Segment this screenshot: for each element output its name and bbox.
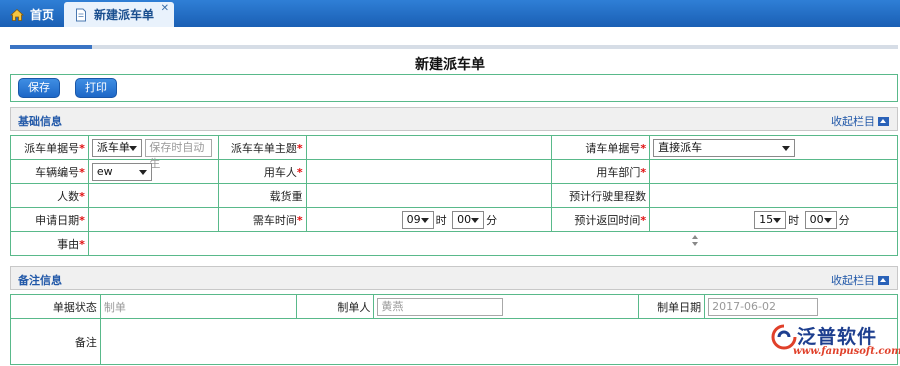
need-minute-select[interactable]: 00 [452, 210, 485, 229]
save-button[interactable]: 保存 [18, 78, 60, 98]
load-field[interactable] [305, 183, 553, 208]
tab-bar: 首页 新建派车单 ✕ [0, 0, 900, 27]
need-time-label: 需车时间* [217, 207, 307, 232]
basic-info-collapse[interactable]: 收起栏目 [831, 113, 889, 129]
status-label: 单据状态 [10, 294, 101, 319]
creator-label: 制单人 [295, 294, 375, 319]
basic-info-title: 基础信息 [18, 115, 62, 128]
load-label: 载货重 [217, 183, 307, 208]
remark-label: 备注 [10, 318, 101, 365]
subject-field[interactable] [305, 135, 553, 160]
return-minute-select[interactable]: 00 [804, 210, 837, 229]
remark-info-title: 备注信息 [18, 274, 62, 287]
loading-bar-fill [10, 45, 92, 49]
dispatch-no-label: 派车单据号* [10, 135, 89, 160]
return-hour-select[interactable]: 15 [754, 210, 787, 229]
remark-info-header: 备注信息 收起栏目 [10, 266, 898, 290]
chevron-down-icon [471, 217, 480, 223]
tab-new-dispatch-label: 新建派车单 [94, 8, 155, 22]
basic-info-form: 派车单据号* 派车单 保存时自动生 派车车单主题* 请车单据号* 直接派车 车辆… [10, 135, 899, 256]
need-hour-select[interactable]: 09 [401, 210, 434, 229]
scroll-down-icon [691, 242, 698, 246]
collapse-icon [878, 275, 889, 285]
apply-date-field[interactable] [87, 207, 219, 232]
logo-url: www.fanpusoft.com [793, 346, 900, 357]
basic-info-header: 基础信息 收起栏目 [10, 107, 898, 131]
page-title: 新建派车单 [415, 57, 485, 73]
chevron-down-icon [773, 217, 782, 223]
remark-info-collapse[interactable]: 收起栏目 [831, 272, 889, 288]
status-value: 制单 [99, 294, 297, 319]
tab-home-label: 首页 [30, 8, 55, 22]
tab-home[interactable]: 首页 [0, 2, 60, 27]
people-label: 人数* [10, 183, 89, 208]
mileage-label: 预计行驶里程数 [551, 183, 651, 208]
people-field[interactable] [87, 183, 219, 208]
hour-unit: 时 [435, 213, 447, 227]
collapse-icon [878, 116, 889, 126]
dispatch-no-type-select[interactable]: 派车单 [91, 138, 142, 157]
chevron-down-icon [420, 217, 429, 223]
return-time-label: 预计返回时间* [551, 207, 651, 232]
mileage-field[interactable] [649, 183, 898, 208]
request-no-select[interactable]: 直接派车 [653, 138, 796, 157]
loading-bar [10, 45, 898, 49]
chevron-down-icon [782, 145, 791, 151]
close-icon[interactable]: ✕ [161, 3, 169, 14]
create-date-label: 制单日期 [638, 294, 706, 319]
action-toolbar: 保存 打印 [10, 74, 898, 102]
reason-label: 事由* [10, 231, 89, 256]
user-label: 用车人* [217, 159, 307, 184]
collapse-label: 收起栏目 [831, 115, 875, 128]
logo-name: 泛普软件 [797, 326, 878, 348]
minute-unit: 分 [838, 213, 850, 227]
vehicle-no-select[interactable]: ew [91, 162, 152, 181]
request-no-label: 请车单据号* [551, 135, 651, 160]
collapse-label: 收起栏目 [831, 274, 875, 287]
home-icon [10, 8, 24, 21]
apply-date-label: 申请日期* [10, 207, 89, 232]
user-field[interactable] [305, 159, 553, 184]
subject-label: 派车车单主题* [217, 135, 307, 160]
department-field[interactable] [649, 159, 898, 184]
reason-textarea[interactable] [87, 231, 899, 256]
create-date-input[interactable]: 2017-06-02 [708, 297, 819, 316]
remark-info-form: 单据状态 制单 制单人 黄燕 制单日期 2017-06-02 备注 [10, 294, 899, 365]
hour-unit: 时 [788, 213, 800, 227]
print-button[interactable]: 打印 [75, 78, 117, 98]
tab-new-dispatch[interactable]: 新建派车单 ✕ [64, 2, 174, 27]
document-icon [76, 8, 86, 21]
department-label: 用车部门* [551, 159, 651, 184]
scroll-up-icon [691, 235, 698, 239]
chevron-down-icon [823, 217, 832, 223]
dispatch-no-input[interactable]: 保存时自动生 [145, 138, 213, 170]
chevron-down-icon [138, 169, 147, 175]
creator-input[interactable]: 黄燕 [377, 297, 504, 316]
scrollbar[interactable] [690, 234, 699, 252]
minute-unit: 分 [486, 213, 498, 227]
vehicle-no-label: 车辆编号* [10, 159, 89, 184]
chevron-down-icon [128, 145, 137, 151]
fanpu-logo: 泛普软件 www.fanpusoft.com [771, 322, 900, 362]
